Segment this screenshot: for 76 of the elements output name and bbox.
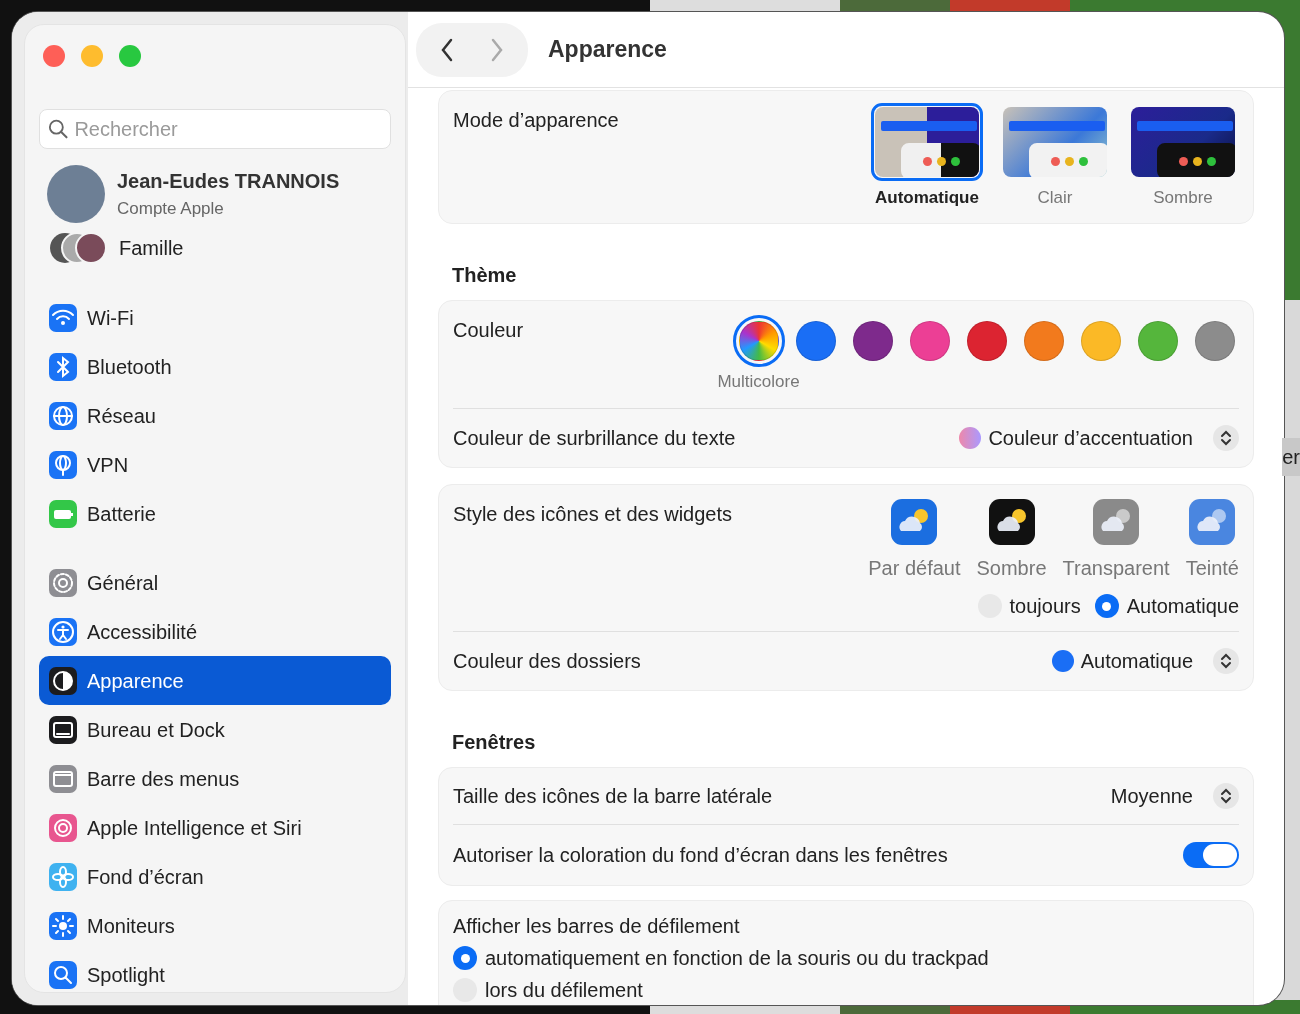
flower-icon (49, 862, 77, 891)
setting-label: Afficher les barres de défilement (453, 914, 741, 939)
sidebar-item[interactable]: Bureau et Dock (39, 705, 391, 754)
sidebar-item[interactable]: Batterie (39, 489, 391, 538)
setting-label: Mode d’apparence (453, 108, 619, 133)
option-label: Automatique (875, 187, 979, 209)
battery-icon (49, 499, 77, 528)
stepper-button[interactable] (1213, 648, 1239, 674)
section-heading: Thème (452, 262, 518, 288)
appearance-option[interactable]: Clair (999, 103, 1111, 211)
cloud-icon (1093, 499, 1140, 545)
up-down-chevron-icon (1220, 652, 1232, 670)
search-icon (48, 118, 69, 140)
radio-option[interactable]: Automatique (1094, 591, 1239, 621)
sidebar-item[interactable]: Apparence (39, 656, 391, 705)
background-window-text: er (1282, 438, 1300, 476)
cloud-icon (1189, 499, 1236, 545)
window-title: Apparence (548, 35, 667, 65)
family-item[interactable]: Famille (39, 223, 391, 273)
close-button[interactable] (43, 45, 65, 67)
sun-icon (49, 911, 77, 940)
section-heading: Fenêtres (452, 730, 537, 755)
setting-label: Autoriser la coloration du fond d’écran dans les fenêtres (453, 843, 948, 868)
chevron-right-icon (490, 37, 504, 62)
popup-value: Couleur d’accentuation (988, 426, 1193, 451)
sidebar-item[interactable]: VPN (39, 440, 391, 489)
accessibility-icon (49, 617, 77, 646)
sidebar-item[interactable]: Bluetooth (39, 342, 391, 391)
option-label: Sombre (1153, 187, 1213, 209)
sidebar-item[interactable]: Barre des menus (39, 754, 391, 803)
widget-style-label: Par défaut (868, 556, 961, 581)
account-name: Jean-Eudes TRANNOIS (117, 169, 340, 195)
chevron-left-icon (440, 37, 454, 62)
menu-bar-icon (49, 764, 77, 793)
setting-label: Couleur (453, 317, 524, 343)
sidebar-item[interactable]: Général (39, 558, 391, 607)
sidebar-item[interactable]: Moniteurs (39, 901, 391, 950)
widget-style-label: Transparent (1062, 556, 1170, 581)
up-down-chevron-icon (1220, 429, 1232, 447)
toggle-switch[interactable] (1183, 842, 1239, 868)
stepper-button[interactable] (1213, 425, 1239, 451)
sidebar-item[interactable]: Apple Intelligence et Siri (39, 803, 391, 852)
sidebar-item[interactable]: Réseau (39, 391, 391, 440)
appearance-option[interactable]: Sombre (1127, 103, 1239, 211)
cloud-icon (891, 499, 938, 545)
account-subtitle: Compte Apple (117, 198, 225, 221)
color-name: Multicolore (717, 370, 800, 393)
widget-style-label: Sombre (976, 556, 1047, 581)
gradient-dot-icon (958, 426, 983, 450)
setting-label: Taille des icônes de la barre latérale (453, 784, 773, 809)
sidebar-item[interactable]: Accessibilité (39, 607, 391, 656)
popup-value: Automatique (1080, 649, 1193, 674)
search-field[interactable]: Rechercher (39, 109, 391, 149)
radio-option[interactable]: lors du défilement (453, 975, 1239, 1005)
option-label: Clair (1037, 187, 1073, 209)
radio-option[interactable]: automatiquement en fonction de la souris ou du trackpad (453, 943, 1239, 973)
setting-label: Style des icônes et des widgets (453, 502, 733, 527)
sidebar-item[interactable]: Spotlight (39, 950, 391, 999)
gear-icon (49, 568, 77, 597)
search-input[interactable]: Rechercher (72, 113, 382, 145)
radio-option[interactable]: toujours (977, 591, 1081, 621)
popup-value: Moyenne (1110, 784, 1193, 809)
stepper-button[interactable] (1213, 783, 1239, 809)
wifi-icon (49, 303, 77, 332)
sidebar-item[interactable]: Fond d’écran (39, 852, 391, 901)
avatar-photo (47, 165, 105, 223)
bluetooth-icon (49, 352, 77, 381)
sidebar-item[interactable]: Wi-Fi (39, 293, 391, 342)
setting-label: Couleur de surbrillance du texte (453, 426, 736, 451)
dock-icon (49, 715, 77, 744)
setting-label: Couleur des dossiers (453, 649, 641, 674)
cloud-icon (988, 499, 1035, 545)
search-icon (49, 960, 77, 989)
color-swatch[interactable] (732, 314, 785, 367)
up-down-chevron-icon (1220, 787, 1232, 805)
widget-style-label: Teinté (1185, 556, 1239, 581)
